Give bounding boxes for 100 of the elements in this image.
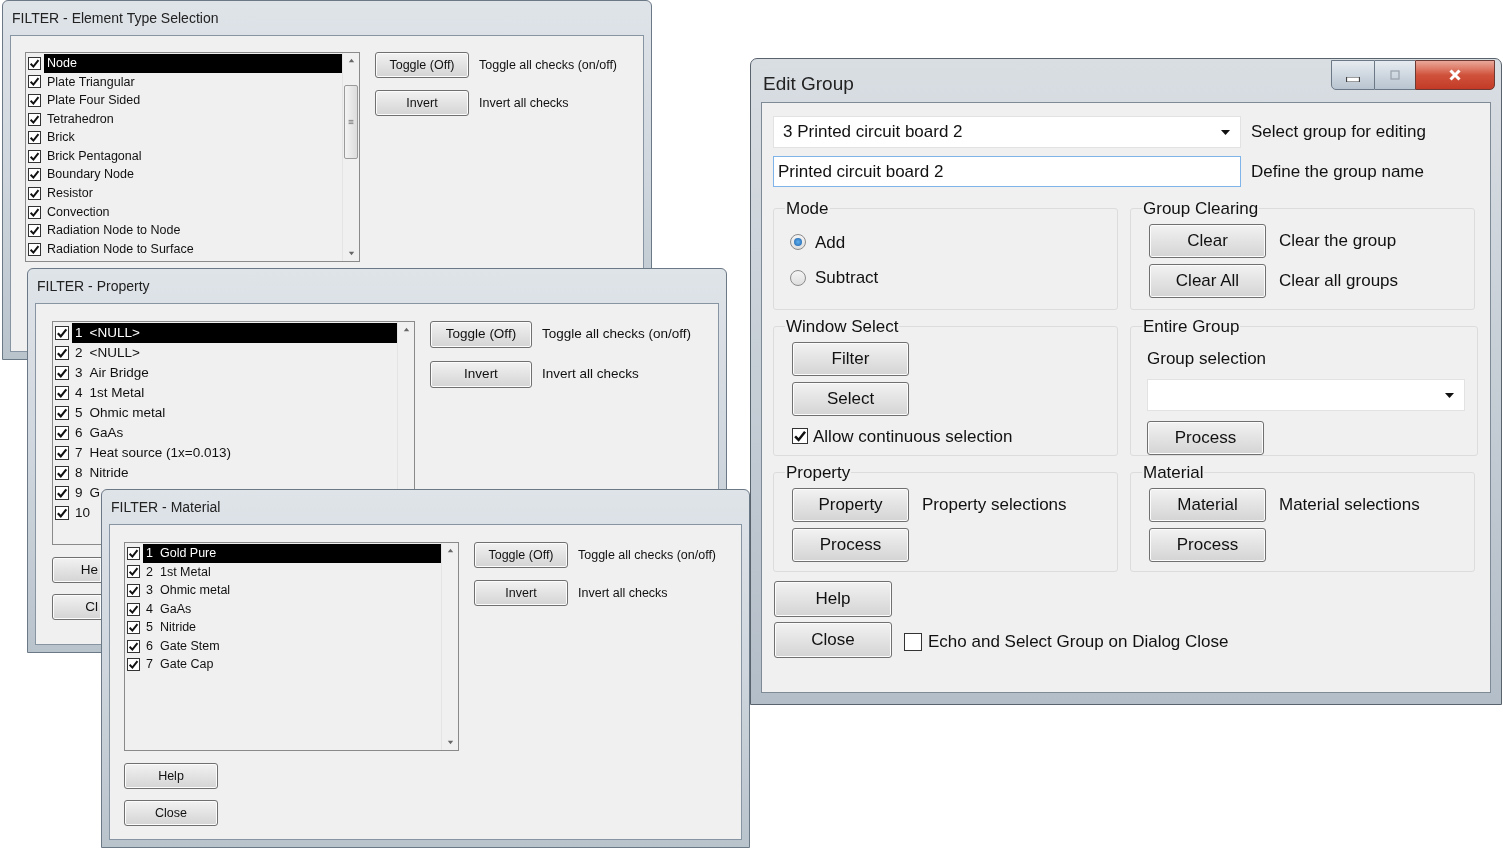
checkbox[interactable] [127, 584, 140, 597]
checkbox[interactable] [28, 242, 41, 256]
action-description: Toggle all checks (on/off) [542, 325, 692, 344]
list-item[interactable]: 2 <NULL> [72, 343, 397, 363]
radio-button[interactable] [790, 234, 806, 251]
checkbox[interactable] [28, 56, 41, 70]
checkbox[interactable] [28, 75, 41, 89]
checkbox[interactable] [28, 94, 41, 107]
window-title: FILTER - Material [110, 497, 221, 517]
check-icon [29, 169, 40, 181]
radio-button[interactable] [790, 269, 806, 286]
checkbox[interactable] [55, 346, 69, 360]
list-item[interactable]: 5 Ohmic metal [72, 403, 397, 423]
checkbox[interactable] [127, 565, 140, 579]
group-dropdown[interactable]: 3 Printed circuit board 2 [773, 116, 1241, 148]
action-description: Clear all groups [1279, 269, 1399, 292]
list-item[interactable]: 6 Gate Stem [143, 636, 441, 656]
close-button[interactable] [1415, 60, 1495, 90]
list-item[interactable]: Resistor [44, 184, 342, 203]
help-button[interactable]: Help [774, 581, 892, 617]
toggle-button[interactable]: Toggle (Off) [474, 542, 568, 568]
checkbox[interactable] [28, 168, 41, 182]
list-item[interactable]: Plate Four Sided [44, 91, 342, 110]
clear-button[interactable]: Clear [1149, 223, 1266, 258]
item-label: Gold Pure [159, 544, 217, 562]
scroll-thumb[interactable] [344, 85, 358, 159]
checkbox[interactable] [55, 506, 69, 520]
list-item[interactable]: 1 Gold Pure [143, 544, 441, 563]
checkbox[interactable] [28, 186, 41, 200]
check-icon [128, 603, 139, 615]
process-button[interactable]: Process [1147, 421, 1264, 455]
filter-button[interactable]: Filter [792, 341, 909, 376]
list-item[interactable]: Brick Pentagonal [44, 146, 342, 166]
item-number: 7 [146, 656, 153, 674]
list-item[interactable]: 3 Air Bridge [72, 363, 397, 383]
checkbox[interactable] [55, 426, 69, 440]
property-button[interactable]: Property [792, 487, 909, 522]
list-item[interactable]: 4 1st Metal [72, 383, 397, 403]
list-item[interactable]: 7 Gate Cap [143, 655, 441, 675]
minimize-button[interactable] [1331, 60, 1375, 90]
checkbox[interactable] [28, 224, 41, 238]
checkbox[interactable] [55, 366, 69, 380]
list-item[interactable]: Boundary Node [44, 165, 342, 185]
checkbox[interactable] [55, 406, 69, 420]
item-label: Tetrahedron [47, 110, 114, 128]
list-item[interactable]: Radiation Node to Surface [44, 239, 342, 259]
close-button[interactable]: Close [124, 800, 218, 826]
invert-button[interactable]: Invert [430, 361, 532, 388]
check-icon [29, 76, 40, 88]
list-item[interactable]: 1 <NULL> [72, 323, 397, 343]
checkbox[interactable] [28, 205, 41, 219]
checkbox[interactable] [55, 326, 69, 340]
list-item[interactable]: 8 Nitride [72, 463, 397, 483]
list-item[interactable]: 7 Heat source (1x=0.013) [72, 443, 397, 463]
list-item[interactable]: Radiation Node to Node [44, 221, 342, 240]
list-item[interactable]: 2 1st Metal [143, 562, 441, 582]
check-icon [56, 467, 68, 479]
invert-button[interactable]: Invert [375, 90, 469, 116]
toggle-button[interactable]: Toggle (Off) [430, 321, 532, 348]
checkbox[interactable] [127, 639, 140, 653]
checkbox[interactable] [28, 131, 41, 145]
close-button[interactable]: Cl [52, 594, 102, 620]
list-item[interactable]: 5 Nitride [143, 618, 441, 637]
checkbox[interactable] [127, 602, 140, 616]
checkbox[interactable] [55, 386, 69, 400]
close-button[interactable]: Close [774, 622, 892, 658]
group-name-field[interactable]: Printed circuit board 2 [773, 156, 1241, 187]
list-item[interactable]: Brick [44, 128, 342, 147]
checkbox[interactable] [127, 658, 140, 672]
checkbox[interactable] [904, 633, 922, 651]
material-button[interactable]: Material [1149, 487, 1266, 522]
list-item[interactable]: 3 Ohmic metal [143, 581, 441, 600]
list-item[interactable]: Plate Triangular [44, 72, 342, 92]
select-button[interactable]: Select [792, 381, 909, 416]
checkbox[interactable] [55, 486, 69, 500]
checkbox[interactable] [127, 546, 140, 560]
item-label: Nitride [159, 619, 197, 637]
scrollbar[interactable] [342, 53, 359, 261]
clear-all-button[interactable]: Clear All [1149, 263, 1266, 298]
process-button[interactable]: Process [1149, 527, 1266, 562]
action-description: Material selections [1279, 493, 1420, 516]
process-button[interactable]: Process [792, 527, 909, 562]
checkbox[interactable] [127, 621, 140, 635]
checkbox[interactable] [28, 112, 41, 126]
checkbox[interactable] [28, 149, 41, 163]
toggle-button[interactable]: Toggle (Off) [375, 52, 469, 78]
help-button[interactable]: He [52, 557, 102, 583]
help-button[interactable]: Help [124, 763, 218, 789]
list-item[interactable]: 6 GaAs [72, 423, 397, 443]
item-label: Resistor [47, 185, 93, 203]
list-item[interactable]: Node [44, 54, 342, 73]
list-item[interactable]: Convection [44, 202, 342, 222]
item-number: 3 [146, 582, 153, 600]
maximize-button[interactable] [1375, 60, 1415, 90]
checkbox[interactable] [792, 428, 808, 445]
invert-button[interactable]: Invert [474, 580, 568, 606]
list-item[interactable]: 4 GaAs [143, 599, 441, 619]
list-item[interactable]: Tetrahedron [44, 109, 342, 129]
checkbox[interactable] [55, 466, 69, 480]
checkbox[interactable] [55, 446, 69, 460]
